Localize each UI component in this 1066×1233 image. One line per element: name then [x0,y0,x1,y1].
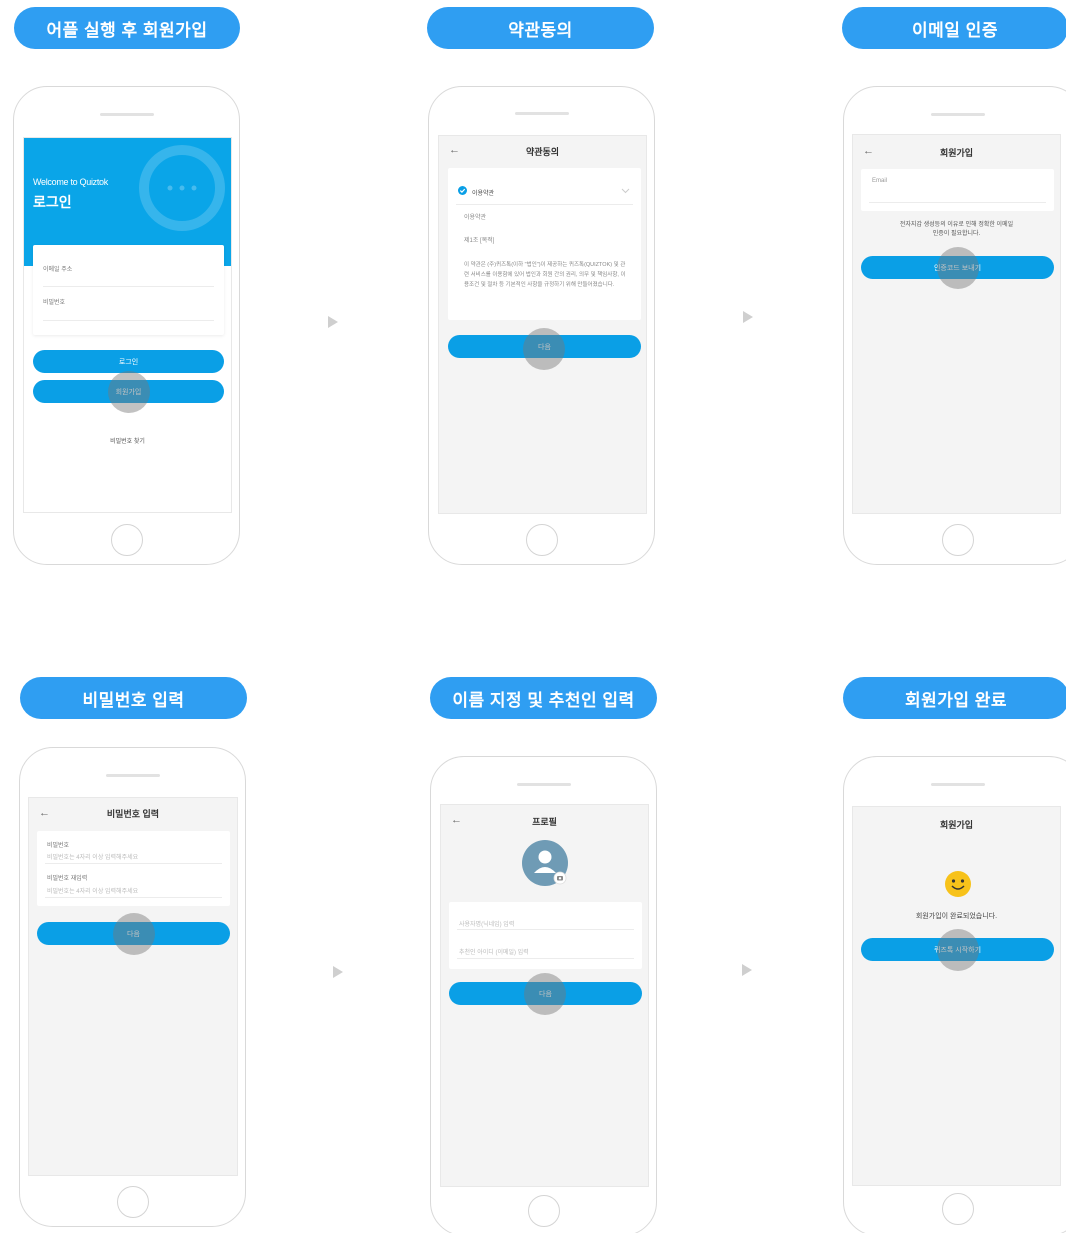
step-title-3: 이메일 인증 [842,7,1066,49]
done-header: 회원가입 [939,819,974,830]
tap-indicator [524,973,566,1015]
home-button [116,1186,149,1218]
step-title-6: 회원가입 완료 [843,677,1066,719]
step-title-5: 이름 지정 및 추천인 입력 [430,677,657,719]
done-screen: 회원가입 회원가입이 완료되었습니다. 퀴즈톡 시작하기 [852,806,1061,1186]
divider [456,204,633,205]
email-field[interactable] [43,286,214,287]
terms-header: 약관동의 [525,146,560,157]
phone-speaker [99,113,154,116]
referrer-input[interactable]: 추천인 아이디 (이메일) 입력 [459,947,529,956]
phone-profile: ← 프로필 사용자명(닉네임) 입력 추천인 아이디 (이메일) 입력 다음 [430,756,657,1233]
phone-email: ← 회원가입 Email 전자지갑 생성등의 이유로 인해 정확한 이메일 인증… [843,86,1066,565]
done-message: 회원가입이 완료되었습니다. [915,913,998,920]
divider [45,863,222,864]
password-screen: ← 비밀번호 입력 비밀번호 비밀번호는 4자리 이상 입력해주세요 비밀번호 … [28,797,238,1176]
divider [45,897,222,898]
home-button [942,1193,974,1225]
phone-speaker [931,113,985,116]
step-title-2: 약관동의 [427,7,654,49]
confirm-input[interactable]: 비밀번호는 4자리 이상 입력해주세요 [47,886,138,895]
divider [457,929,634,930]
next-step-arrow-icon [742,964,752,976]
login-button[interactable]: 로그인 [33,350,224,373]
quiztok-watermark-icon [139,145,225,231]
email-header: 회원가입 [939,147,974,158]
divider [869,202,1046,203]
terms-screen: ← 약관동의 이용약관 이용약관 제1조 [목적] 이 약관은 (주)퀴즈톡(이… [438,135,647,514]
tap-indicator [113,913,155,955]
home-button [110,524,143,556]
divider [457,958,634,959]
login-screen: Welcome to Quiztok 로그인 이메일 주소 비밀번호 로그인 회… [23,137,232,513]
chevron-down-icon[interactable] [621,188,630,194]
confirm-label: 비밀번호 재입력 [47,876,88,882]
password-field[interactable] [43,320,214,321]
phone-login: Welcome to Quiztok 로그인 이메일 주소 비밀번호 로그인 회… [13,86,240,565]
home-button [527,1195,560,1227]
next-step-arrow-icon [333,966,343,978]
terms-body: 이 약관은 (주)퀴즈톡(이하 "법인")이 제공하는 퀴즈톡(QUIZTOK)… [464,262,626,288]
home-button [525,524,558,556]
step-title-1: 어플 실행 후 회원가입 [14,7,240,49]
tap-indicator [108,371,150,413]
email-input-card: Email [861,169,1054,211]
profile-form-card: 사용자명(닉네임) 입력 추천인 아이디 (이메일) 입력 [449,902,642,969]
password-header: 비밀번호 입력 [106,808,160,819]
phone-speaker [514,112,569,115]
terms-article: 제1조 [목적] [464,238,495,244]
terms-subtitle: 이용약관 [464,215,487,221]
step-title-4: 비밀번호 입력 [20,677,247,719]
find-password-link[interactable]: 비밀번호 찾기 [24,436,231,445]
email-label: 이메일 주소 [43,267,73,273]
welcome-text: Welcome to Quiztok [33,177,108,187]
phone-done: 회원가입 회원가입이 완료되었습니다. 퀴즈톡 시작하기 [843,756,1066,1233]
password-form-card: 비밀번호 비밀번호는 4자리 이상 입력해주세요 비밀번호 재입력 비밀번호는 … [37,831,230,906]
password-input[interactable]: 비밀번호는 4자리 이상 입력해주세요 [47,852,138,861]
login-form-card: 이메일 주소 비밀번호 [33,245,224,335]
next-step-arrow-icon [328,316,338,328]
password-label: 비밀번호 [43,300,66,306]
nickname-input[interactable]: 사용자명(닉네임) 입력 [459,919,514,928]
next-step-arrow-icon [743,311,753,323]
phone-speaker [105,774,160,777]
phone-speaker [516,783,571,786]
check-circle-icon[interactable] [458,186,467,195]
smiley-icon [945,871,971,897]
email-notice-line2: 인증이 필요합니다. [932,231,981,237]
tap-indicator [937,247,979,289]
avatar-icon[interactable] [522,840,570,888]
email-screen: ← 회원가입 Email 전자지갑 생성등의 이유로 인해 정확한 이메일 인증… [852,134,1061,514]
tap-indicator [523,328,565,370]
profile-screen: ← 프로필 사용자명(닉네임) 입력 추천인 아이디 (이메일) 입력 다음 [440,804,649,1187]
profile-header: 프로필 [532,816,557,827]
email-notice-line1: 전자지갑 생성등의 이유로 인해 정확한 이메일 [899,222,1014,228]
email-notice: 전자지갑 생성등의 이유로 인해 정확한 이메일 인증이 필요합니다. [853,221,1060,239]
email-input[interactable]: Email [872,178,887,184]
terms-card: 이용약관 이용약관 제1조 [목적] 이 약관은 (주)퀴즈톡(이하 "법인")… [448,168,641,320]
terms-check-label: 이용약관 [472,191,495,197]
tap-indicator [937,929,979,971]
login-heading: 로그인 [33,194,72,210]
phone-speaker [931,783,985,786]
phone-password: ← 비밀번호 입력 비밀번호 비밀번호는 4자리 이상 입력해주세요 비밀번호 … [19,747,246,1227]
password-label: 비밀번호 [47,843,70,849]
phone-terms: ← 약관동의 이용약관 이용약관 제1조 [목적] 이 약관은 (주)퀴즈톡(이… [428,86,655,565]
home-button [942,524,974,556]
